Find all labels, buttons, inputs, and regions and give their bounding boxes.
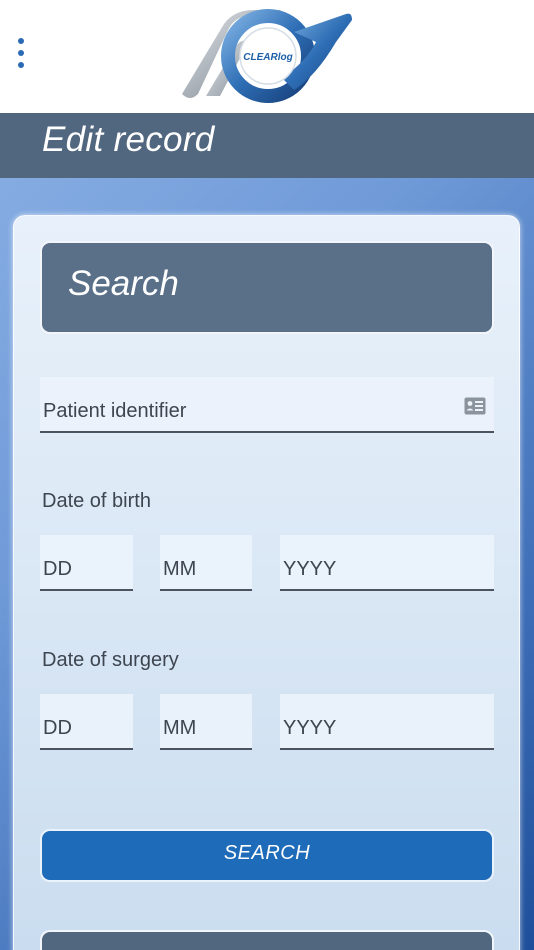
date-of-surgery-label: Date of surgery xyxy=(42,649,179,671)
surgery-month-placeholder: MM xyxy=(163,717,197,739)
birth-day-input[interactable]: DD xyxy=(40,535,133,591)
patient-identifier-input[interactable]: Patient identifier xyxy=(40,377,494,433)
birth-year-input[interactable]: YYYY xyxy=(280,535,494,591)
birth-month-placeholder: MM xyxy=(163,558,197,580)
id-card-icon xyxy=(464,397,486,415)
svg-text:CLEARlog: CLEARlog xyxy=(243,52,292,63)
search-section-title: Search xyxy=(68,264,179,303)
birth-month-input[interactable]: MM xyxy=(160,535,252,591)
date-of-birth-label: Date of birth xyxy=(42,490,151,512)
next-section-header xyxy=(40,930,494,950)
birth-day-placeholder: DD xyxy=(43,558,72,580)
surgery-day-input[interactable]: DD xyxy=(40,694,133,750)
patient-identifier-placeholder: Patient identifier xyxy=(43,400,187,422)
search-button[interactable] xyxy=(40,829,494,882)
surgery-year-placeholder: YYYY xyxy=(283,717,337,739)
surgery-day-placeholder: DD xyxy=(43,717,72,739)
top-app-bar: CLEARlog xyxy=(0,0,534,113)
more-options-icon[interactable] xyxy=(12,38,30,74)
page-title: Edit record xyxy=(42,120,215,159)
birth-year-placeholder: YYYY xyxy=(283,558,337,580)
surgery-year-input[interactable]: YYYY xyxy=(280,694,494,750)
surgery-month-input[interactable]: MM xyxy=(160,694,252,750)
clearlog-logo: CLEARlog xyxy=(182,9,352,103)
